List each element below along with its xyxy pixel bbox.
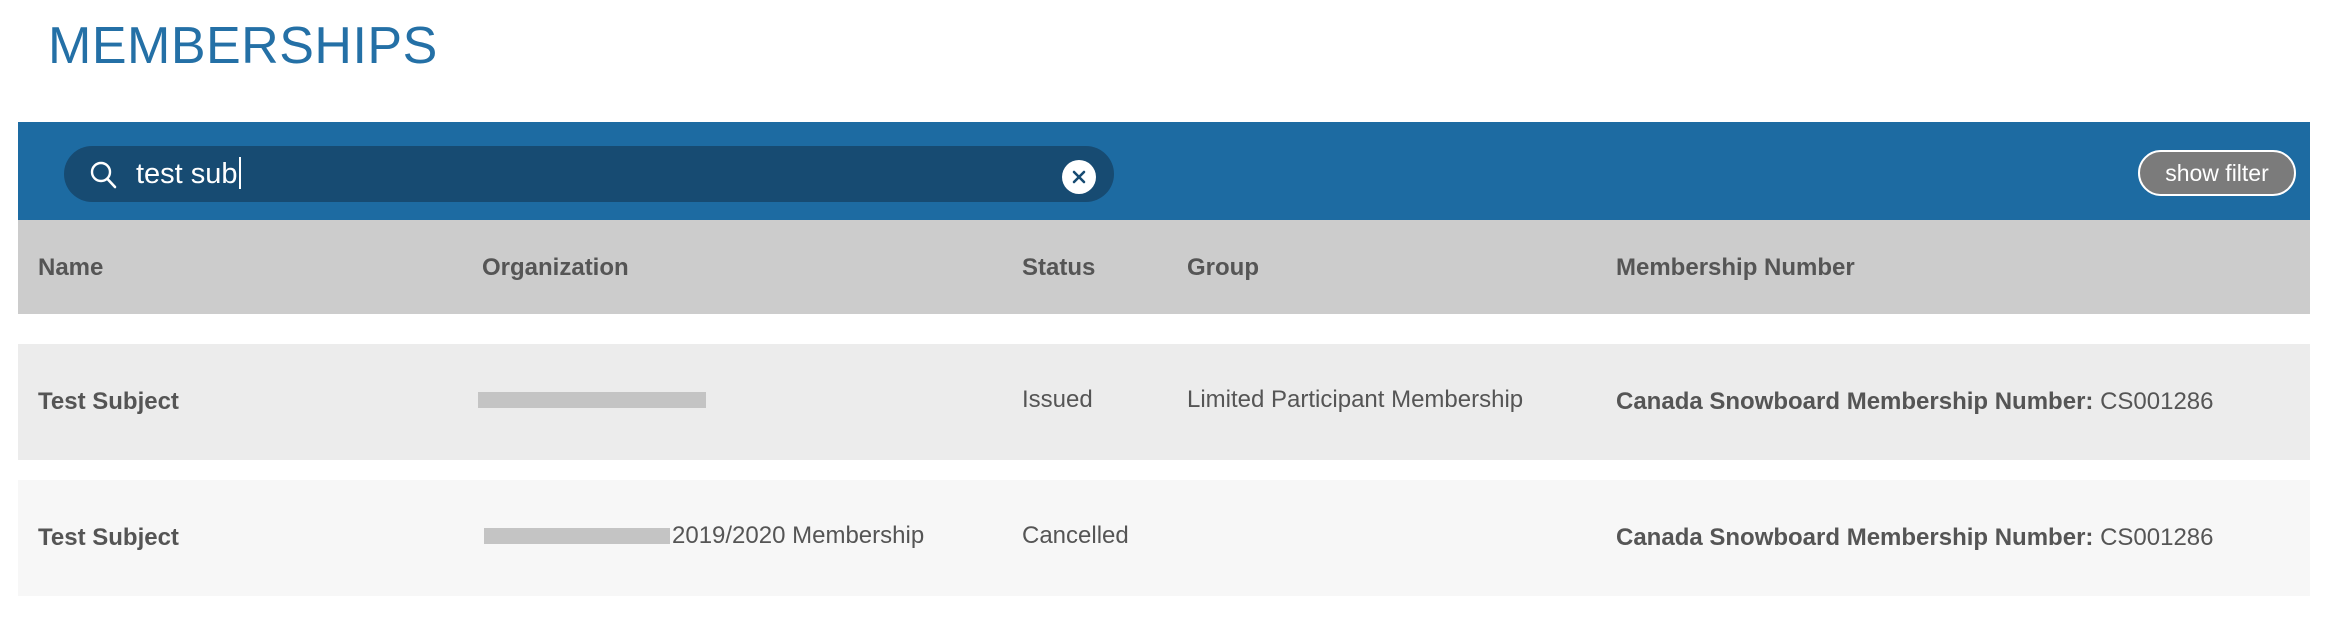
search-input-value: test sub xyxy=(136,158,238,190)
cell-name: Test Subject xyxy=(38,524,179,551)
membership-number-label: Canada Snowboard Membership Number: xyxy=(1616,388,2094,415)
membership-number-value: CS001286 xyxy=(2093,524,2214,551)
membership-number-value: CS001286 xyxy=(2093,388,2214,415)
column-header-membership-number[interactable]: Membership Number xyxy=(1616,254,1855,282)
cell-group: Limited Participant Membership xyxy=(1187,386,1524,413)
column-header-name[interactable]: Name xyxy=(38,254,103,282)
cell-name: Test Subject xyxy=(38,388,179,415)
search-icon xyxy=(90,161,117,189)
column-header-status[interactable]: Status xyxy=(1022,254,1095,282)
search-toolbar: test sub show filter xyxy=(18,122,2310,220)
redacted-organization xyxy=(484,528,670,544)
membership-number-label: Canada Snowboard Membership Number: xyxy=(1616,524,2094,551)
table-row[interactable]: Test Subject Issued Limited Participant … xyxy=(18,344,2310,460)
cell-membership-number: Canada Snowboard Membership Number: CS00… xyxy=(1616,388,2214,416)
cell-status: Issued xyxy=(1022,386,1093,413)
redacted-organization xyxy=(478,392,706,408)
show-filter-button[interactable]: show filter xyxy=(2138,150,2296,196)
column-header-organization[interactable]: Organization xyxy=(482,254,629,282)
clear-search-button[interactable] xyxy=(1062,160,1096,194)
close-icon xyxy=(1072,170,1086,184)
cell-membership-number: Canada Snowboard Membership Number: CS00… xyxy=(1616,524,2214,552)
search-input[interactable]: test sub xyxy=(136,157,241,191)
column-header-group[interactable]: Group xyxy=(1187,254,1259,282)
text-cursor xyxy=(238,157,241,189)
cell-organization: 2019/2020 Membership xyxy=(672,522,925,549)
table-header: Name Organization Status Group Membershi… xyxy=(18,220,2310,314)
cell-status: Cancelled xyxy=(1022,522,1129,549)
page-title: MEMBERSHIPS xyxy=(48,17,438,75)
table-row[interactable]: Test Subject 2019/2020 Membership Cancel… xyxy=(18,480,2310,596)
